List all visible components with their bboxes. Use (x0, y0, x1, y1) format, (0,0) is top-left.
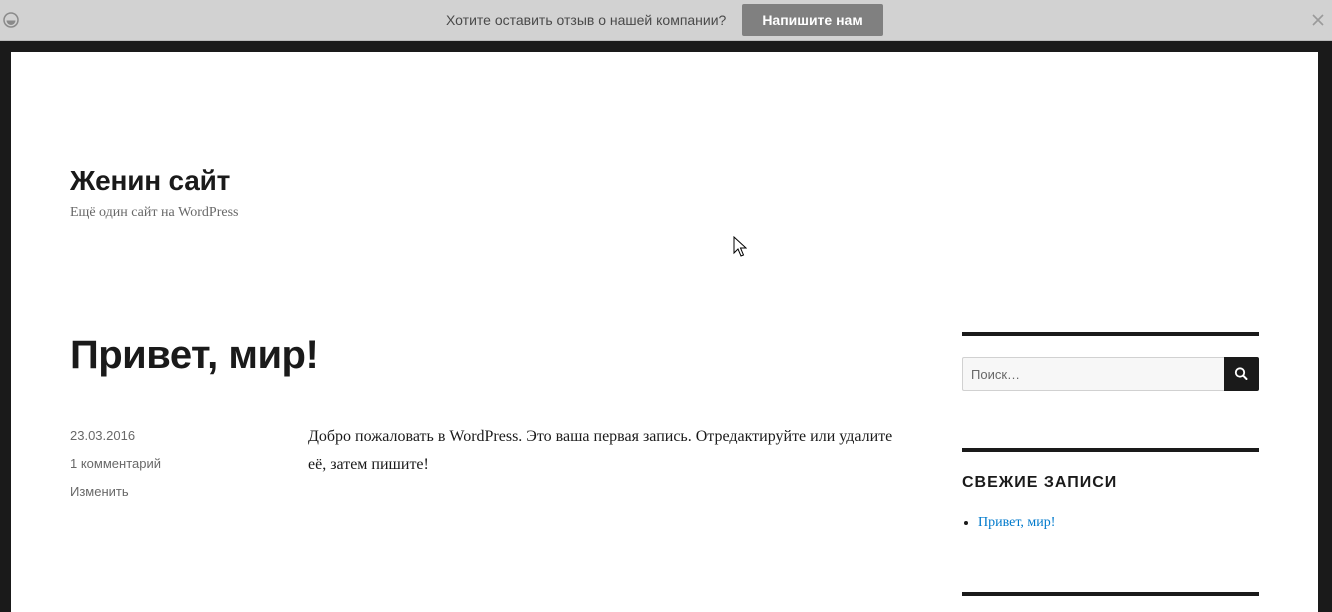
recent-posts-title: СВЕЖИЕ ЗАПИСИ (962, 474, 1118, 491)
search-button[interactable] (1224, 357, 1259, 391)
post-content: Добро пожаловать в WordPress. Это ваша п… (308, 428, 893, 473)
search-icon (1234, 367, 1248, 380)
write-to-us-button[interactable]: Напишите нам (742, 4, 883, 36)
site-title[interactable]: Женин сайт (70, 165, 230, 197)
post-meta: 23.03.2016 1 комментарий Изменить (70, 428, 161, 512)
post-title[interactable]: Привет, мир! (70, 333, 319, 378)
widget-logo-icon[interactable] (3, 12, 19, 28)
widget-divider (962, 592, 1259, 596)
feedback-notice-bar: Хотите оставить отзыв о нашей компании? … (0, 0, 1332, 41)
recent-post-link[interactable]: Привет, мир! (978, 515, 1055, 530)
search-input[interactable] (962, 357, 1224, 391)
close-icon[interactable] (1310, 12, 1326, 28)
notice-text: Хотите оставить отзыв о нашей компании? (446, 12, 727, 28)
widget-divider (962, 332, 1259, 336)
widget-divider (962, 448, 1259, 452)
post-date-link[interactable]: 23.03.2016 (70, 428, 161, 456)
site-description: Ещё один сайт на WordPress (70, 205, 239, 220)
list-item: Привет, мир! (978, 515, 1055, 531)
post-edit-link[interactable]: Изменить (70, 484, 161, 512)
page-sheet: Женин сайт Ещё один сайт на WordPress Пр… (11, 52, 1318, 612)
recent-posts-list: Привет, мир! (962, 515, 1055, 531)
post-comments-link[interactable]: 1 комментарий (70, 456, 161, 484)
